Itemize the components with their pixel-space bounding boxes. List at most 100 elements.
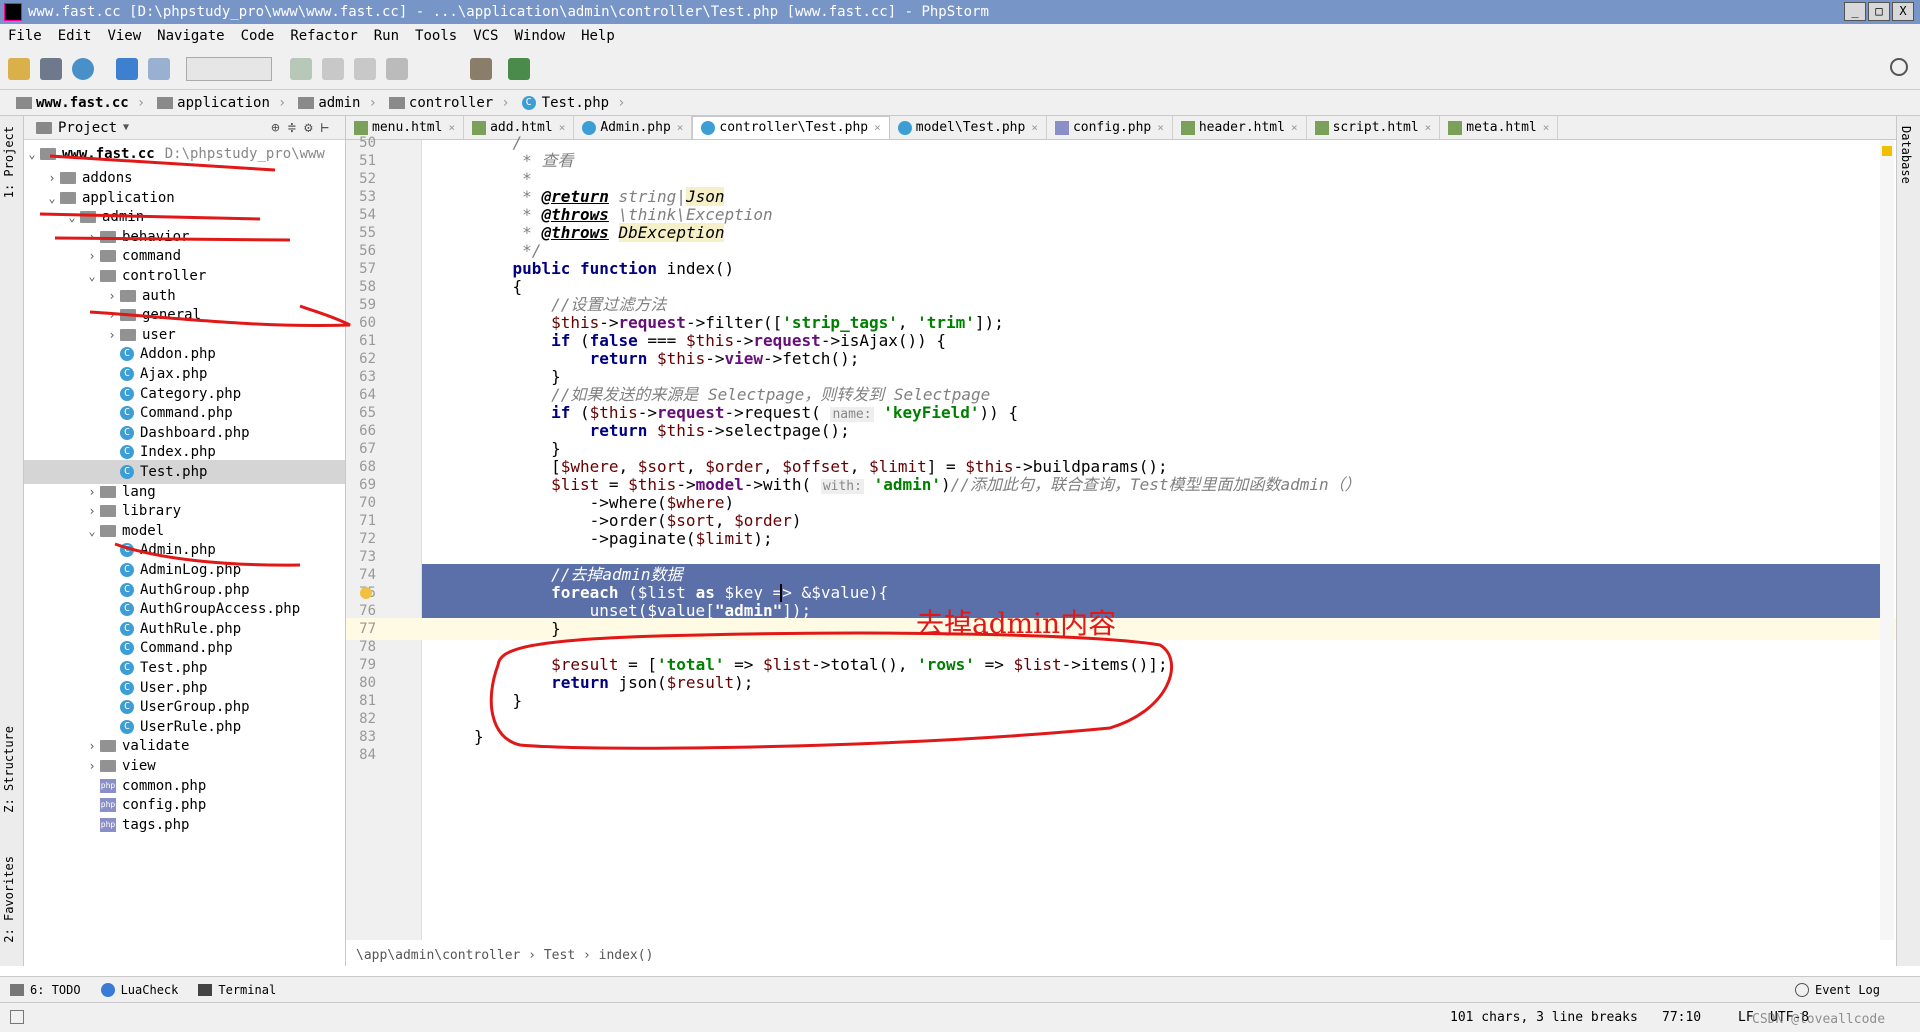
luacheck-icon <box>100 982 115 997</box>
folder-icon <box>40 148 56 160</box>
forward-icon[interactable] <box>148 58 170 80</box>
code-editor[interactable]: 50 /51 * 查看 52 * 53 * @return string|Json 5… <box>346 133 1896 940</box>
folder-icon <box>120 289 136 302</box>
window-title: www.fast.cc [D:\phpstudy_pro\www\www.fas… <box>28 4 989 20</box>
folder-icon <box>298 96 315 109</box>
run-icon[interactable] <box>290 58 312 80</box>
terminal-tool-tab[interactable]: Terminal <box>188 983 286 997</box>
right-tool-strip: Database <box>1896 116 1920 966</box>
php-class-icon: C <box>120 386 134 401</box>
php-class-icon: C <box>120 465 134 479</box>
nav-crumb-root[interactable]: www.fast.cc › <box>10 90 151 116</box>
panel-actions-icon[interactable]: ⊕≑⚙⊢ <box>271 120 337 136</box>
database-tool-tab[interactable]: Database <box>1899 126 1913 184</box>
run-config-select[interactable] <box>186 57 272 81</box>
php-class-icon: C <box>120 700 134 715</box>
php-class-icon: C <box>120 425 134 440</box>
menu-view[interactable]: View <box>99 28 149 44</box>
sync-icon[interactable] <box>72 58 94 80</box>
chevron-down-icon[interactable]: ▼ <box>123 122 129 133</box>
close-button[interactable]: X <box>1892 2 1914 21</box>
editor-scrollbar[interactable] <box>1880 140 1894 940</box>
toggle-tool-windows-icon[interactable] <box>10 1010 24 1024</box>
phpstorm-logo-icon <box>4 3 22 21</box>
menu-edit[interactable]: Edit <box>50 28 100 44</box>
php-class-icon: C <box>120 347 134 362</box>
nav-crumb-controller[interactable]: controller › <box>383 90 516 116</box>
menu-run[interactable]: Run <box>366 28 407 44</box>
tree-item-label: tags.php <box>122 816 190 833</box>
menu-refactor[interactable]: Refactor <box>282 28 365 44</box>
code-line: 84 <box>346 744 1896 766</box>
class-icon: C <box>521 95 536 110</box>
php-file-icon: php <box>100 798 116 813</box>
php-class-icon: C <box>120 406 134 421</box>
project-view-label[interactable]: Project <box>58 120 117 136</box>
php-class-icon: C <box>120 543 134 558</box>
event-log-icon <box>1794 982 1809 997</box>
menu-file[interactable]: File <box>0 28 50 44</box>
caret-position[interactable]: 77:10 <box>1662 1010 1701 1025</box>
folder-icon <box>60 172 76 184</box>
php-class-icon: C <box>120 719 134 734</box>
folder-icon <box>80 211 96 224</box>
folder-icon <box>157 96 174 109</box>
menu-window[interactable]: Window <box>507 28 574 44</box>
favorites-tool-tab[interactable]: 2: Favorites <box>2 856 16 943</box>
folder-icon <box>100 760 116 772</box>
terminal-icon <box>198 983 213 996</box>
coverage-icon[interactable] <box>354 58 376 80</box>
php-class-icon: C <box>120 563 134 577</box>
menu-tools[interactable]: Tools <box>407 28 465 44</box>
open-folder-icon[interactable] <box>8 58 30 80</box>
back-icon[interactable] <box>116 58 138 80</box>
settings-wrench-icon[interactable] <box>470 58 492 80</box>
inspection-indicator-icon[interactable] <box>1882 146 1892 156</box>
folder-icon <box>16 96 32 109</box>
save-icon[interactable] <box>40 58 62 80</box>
line-number: 84 <box>359 747 376 763</box>
menu-code[interactable]: Code <box>233 28 283 44</box>
menu-bar: File Edit View Navigate Code Refactor Ru… <box>0 24 1920 48</box>
chevron-down-icon[interactable]: ⌄ <box>24 142 40 166</box>
menu-navigate[interactable]: Navigate <box>149 28 232 44</box>
todo-tool-tab[interactable]: 6: TODO <box>0 983 91 997</box>
project-panel: Project ▼ ⊕≑⚙⊢ ⌄ www.fast.cc D:\phpstudy… <box>24 116 346 966</box>
folder-icon <box>100 485 116 498</box>
project-tool-tab[interactable]: 1: Project <box>2 126 16 198</box>
maximize-button[interactable]: □ <box>1868 2 1890 21</box>
php-class-icon: C <box>120 641 134 656</box>
tree-file[interactable]: php tags.php <box>24 813 345 837</box>
text-caret <box>780 584 782 602</box>
nav-crumb-file[interactable]: C Test.php › <box>516 90 632 116</box>
folder-icon <box>100 505 116 518</box>
structure-tool-tab[interactable]: Z: Structure <box>2 726 16 813</box>
menu-help[interactable]: Help <box>573 28 623 44</box>
structure-icon[interactable] <box>508 58 530 80</box>
folder-icon <box>100 270 116 282</box>
php-class-icon: C <box>120 367 134 381</box>
menu-vcs[interactable]: VCS <box>465 28 506 44</box>
folder-icon <box>120 328 136 341</box>
editor-breadcrumb[interactable]: \app\admin\controller › Test › index() <box>356 948 653 963</box>
debug-icon[interactable] <box>322 58 344 80</box>
project-panel-header: Project ▼ ⊕≑⚙⊢ <box>24 116 345 140</box>
intention-bulb-icon[interactable] <box>360 587 372 599</box>
tree-root[interactable]: ⌄ www.fast.cc D:\phpstudy_pro\www <box>24 142 325 166</box>
event-log-tab[interactable]: Event Log <box>1785 982 1890 997</box>
php-class-icon: C <box>120 582 134 597</box>
nav-crumb-application[interactable]: application › <box>151 90 292 116</box>
luacheck-tool-tab[interactable]: LuaCheck <box>91 982 189 997</box>
php-file-icon: php <box>100 817 116 832</box>
minimize-button[interactable]: _ <box>1844 2 1866 21</box>
php-class-icon: C <box>120 621 134 636</box>
project-view-icon <box>36 121 52 134</box>
todo-icon <box>10 983 24 996</box>
search-everywhere-icon[interactable] <box>1890 58 1908 76</box>
nav-crumb-admin[interactable]: admin › <box>292 90 383 116</box>
php-class-icon: C <box>120 445 134 460</box>
stop-icon[interactable] <box>386 58 408 80</box>
folder-icon <box>60 191 76 204</box>
bottom-tool-bar: 6: TODO LuaCheck Terminal Event Log <box>0 976 1920 1002</box>
folder-icon <box>100 250 116 263</box>
